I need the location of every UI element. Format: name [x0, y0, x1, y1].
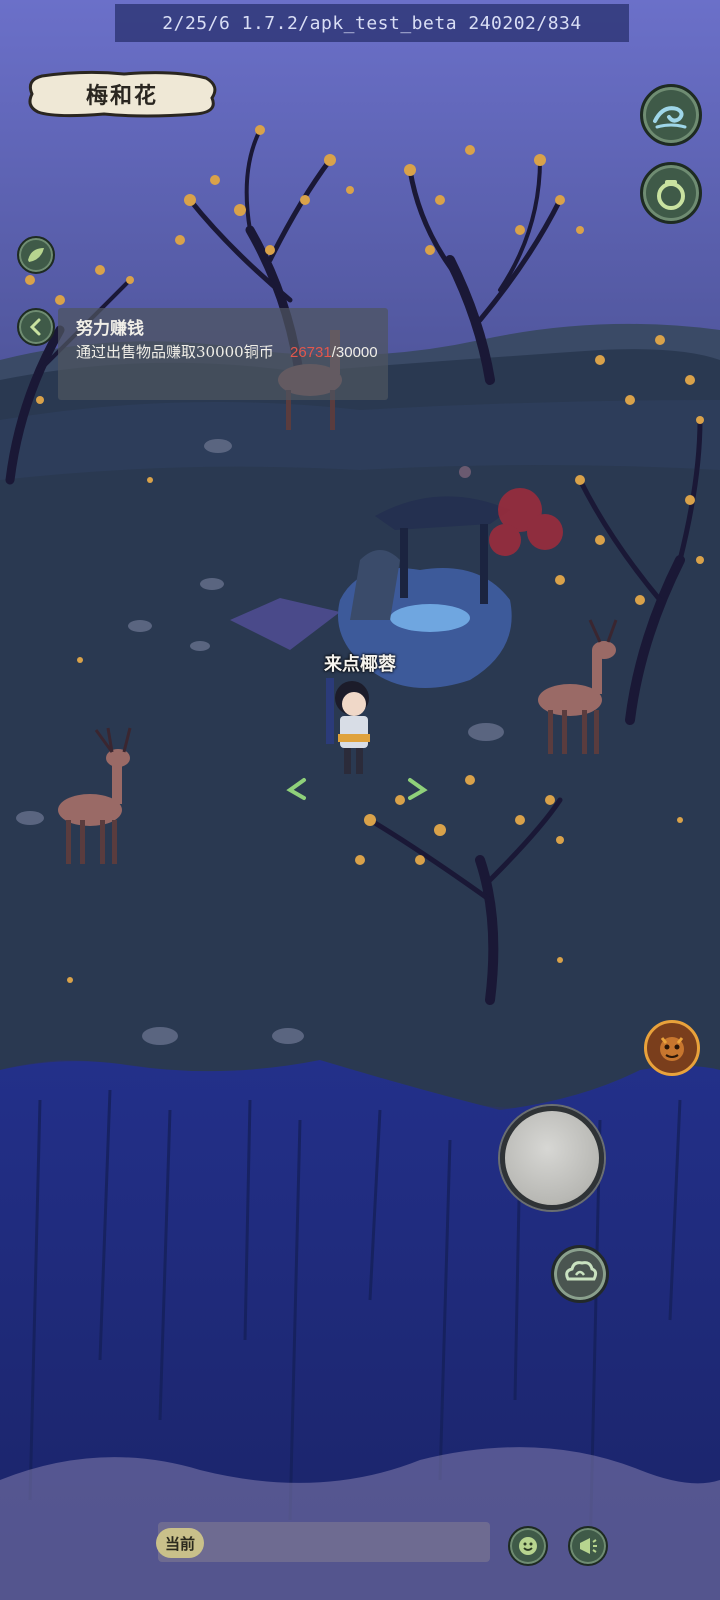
location-label: 梅和花 — [24, 68, 220, 120]
megaphone-icon — [580, 1538, 597, 1554]
game-screen[interactable]: 2/25/6 1.7.2/apk_test_beta 240202/834 梅和… — [0, 0, 720, 1600]
game-world-scene — [0, 0, 720, 1600]
quest-progress: 26731/30000 — [290, 344, 378, 361]
wave-icon — [653, 106, 687, 129]
monster-event-button[interactable] — [644, 1020, 700, 1076]
quest-progress-current: 26731 — [290, 344, 332, 361]
wave-skill-button[interactable] — [640, 84, 702, 146]
quest-tracker-panel[interactable]: 努力赚钱 通过出售物品赚取30000铜币 26731/30000 — [58, 308, 388, 400]
cloud-skill-button[interactable] — [551, 1245, 609, 1303]
emoji-button[interactable] — [508, 1526, 548, 1566]
quest-progress-target: 30000 — [335, 344, 378, 361]
monster-face-icon — [660, 1037, 684, 1061]
pouch-button[interactable] — [640, 162, 702, 224]
quest-description: 通过出售物品赚取30000铜币 — [76, 343, 274, 361]
player-name-label: 来点椰蓉 — [324, 654, 396, 675]
broadcast-button[interactable] — [568, 1526, 608, 1566]
leaf-toggle-button[interactable] — [17, 236, 55, 274]
pouch-icon — [657, 180, 685, 210]
build-info-bar: 2/25/6 1.7.2/apk_test_beta 240202/834 — [115, 4, 629, 42]
quest-collapse-button[interactable] — [17, 308, 55, 346]
cloud-swirl-icon — [565, 1261, 598, 1281]
quest-title: 努力赚钱 — [76, 319, 144, 339]
build-info-text: 2/25/6 1.7.2/apk_test_beta 240202/834 — [162, 12, 582, 34]
chat-channel-button[interactable]: 当前 — [156, 1528, 204, 1558]
chat-input-bar[interactable] — [158, 1522, 490, 1562]
leaf-icon — [28, 248, 44, 262]
chevron-left-icon — [29, 318, 41, 336]
smile-icon — [519, 1537, 537, 1555]
chat-channel-label: 当前 — [164, 1534, 195, 1553]
location-name: 梅和花 — [85, 83, 158, 109]
main-action-button[interactable] — [500, 1106, 604, 1210]
